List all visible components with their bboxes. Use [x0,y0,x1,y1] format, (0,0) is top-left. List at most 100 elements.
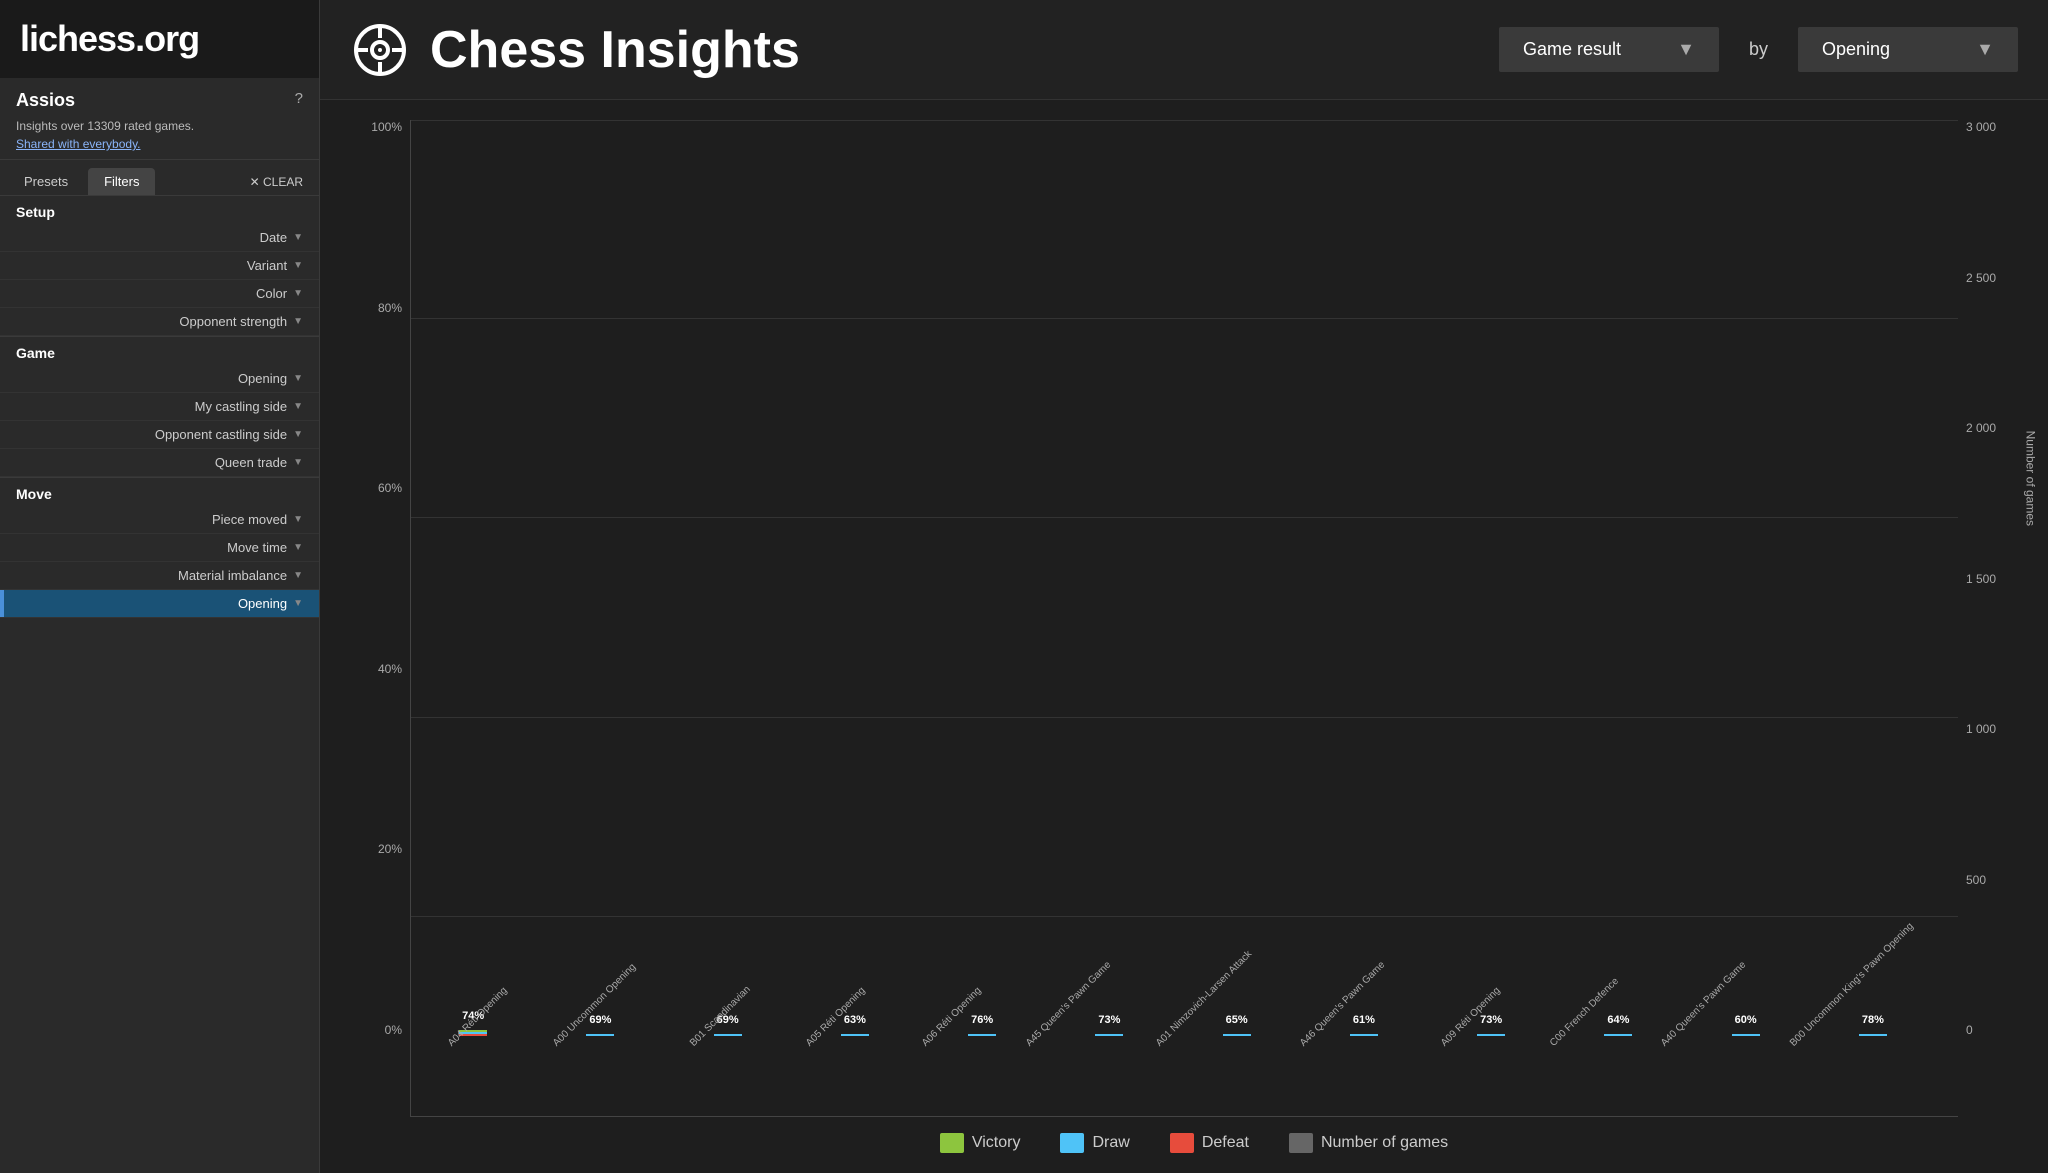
x-label-a46: A46 Queen's Pawn Game [1284,1036,1413,1116]
filter-date[interactable]: Date ▼ [0,224,319,252]
filter-variant[interactable]: Variant ▼ [0,252,319,280]
opp-strength-caret: ▼ [293,316,303,327]
tab-presets[interactable]: Presets [8,168,84,195]
x-label-a45: A45 Queen's Pawn Game [1010,1036,1139,1116]
filter-opening-move[interactable]: Opening ▼ [0,590,319,618]
y-left-60: 60% [378,481,402,495]
chart-container: 100% 80% 60% 40% 20% 0% [360,120,2028,1117]
y-right-1500: 1 500 [1966,572,1996,586]
victory-label-c00: 64% [1607,1014,1629,1026]
x-label-a04: A04 Réti Opening [421,1036,537,1116]
y-right-3000: 3 000 [1966,120,1996,134]
bar-group-a00: 69% [548,120,675,1036]
sidebar: lichess.org Assios ? Insights over 13309… [0,0,320,1173]
victory-label-a46: 61% [1353,1014,1375,1026]
game-section-header: Game [0,336,319,365]
queen-trade-caret: ▼ [293,457,303,468]
legend-count-label: Number of games [1321,1134,1448,1152]
y-left-100: 100% [371,120,402,134]
material-imbalance-caret: ▼ [293,570,303,581]
filter-queen-trade[interactable]: Queen trade ▼ [0,449,319,477]
x-label-c00: C00 French Defence [1529,1036,1645,1116]
filter-color[interactable]: Color ▼ [0,280,319,308]
y-axis-right: 3 000 2 500 2 000 1 500 1 000 500 0 Numb… [1958,120,2028,1117]
logo[interactable]: lichess.org [0,0,319,78]
victory-label-a01: 65% [1226,1014,1248,1026]
y-left-20: 20% [378,842,402,856]
chart-area: 100% 80% 60% 40% 20% 0% [320,100,2048,1173]
y-right-2000: 2 000 [1966,421,1996,435]
victory-label-a06: 76% [971,1014,993,1026]
chess-insights-icon [350,20,410,80]
y-left-0: 0% [385,1023,402,1037]
legend: Victory Draw Defeat Number of games [360,1117,2028,1163]
bar-group-c00: 64% [1566,120,1693,1036]
filter-opp-castling[interactable]: Opponent castling side ▼ [0,421,319,449]
legend-defeat-label: Defeat [1202,1134,1249,1152]
main-content: Chess Insights Game result ▼ by Opening … [320,0,2048,1173]
bar-group-a09: 73% [1439,120,1566,1036]
my-castling-caret: ▼ [293,401,303,412]
y-right-2500: 2 500 [1966,271,1996,285]
opening-dropdown-caret: ▼ [1976,39,1994,60]
bars-container: 74% 69% [411,120,1958,1036]
opening-dropdown[interactable]: Opening ▼ [1798,27,2018,72]
bar-group-a06: 76% [930,120,1057,1036]
filter-opponent-strength[interactable]: Opponent strength ▼ [0,308,319,336]
y-right-0: 0 [1966,1023,1973,1037]
legend-count: Number of games [1289,1133,1448,1153]
filter-material-imbalance[interactable]: Material imbalance ▼ [0,562,319,590]
x-label-a09: A09 Réti Opening [1413,1036,1529,1116]
user-section: Assios ? Insights over 13309 rated games… [0,78,319,160]
sidebar-info: Insights over 13309 rated games. Shared … [16,117,303,153]
bar-group-a40: 60% [1694,120,1821,1036]
piece-moved-caret: ▼ [293,514,303,525]
x-label-b00: B00 Uncommon King's Pawn Opening [1774,1036,1958,1116]
shared-link[interactable]: Shared with everybody. [16,135,303,153]
legend-victory-box [940,1133,964,1153]
x-label-a06: A06 Réti Opening [895,1036,1011,1116]
legend-count-box [1289,1133,1313,1153]
bar-group-b01: 69% [676,120,803,1036]
legend-victory-label: Victory [972,1134,1021,1152]
legend-defeat: Defeat [1170,1133,1249,1153]
x-label-a40: A40 Queen's Pawn Game [1645,1036,1774,1116]
opening-caret: ▼ [293,373,303,384]
victory-label-a45: 73% [1098,1014,1120,1026]
game-result-caret: ▼ [1677,39,1695,60]
bar-group-a46: 61% [1312,120,1439,1036]
victory-label-a00: 69% [589,1014,611,1026]
variant-caret: ▼ [293,260,303,271]
y-axis-left: 100% 80% 60% 40% 20% 0% [360,120,410,1117]
opp-castling-caret: ▼ [293,429,303,440]
x-label-b01: B01 Scandinavian [663,1036,779,1116]
game-result-dropdown[interactable]: Game result ▼ [1499,27,1719,72]
tab-filters[interactable]: Filters [88,168,155,195]
date-caret: ▼ [293,232,303,243]
filter-opening[interactable]: Opening ▼ [0,365,319,393]
victory-label-a09: 73% [1480,1014,1502,1026]
chart-inner: 74% 69% [410,120,1958,1117]
legend-draw-label: Draw [1092,1134,1129,1152]
help-button[interactable]: ? [295,90,303,107]
x-axis-labels: A04 Réti Opening A00 Uncommon Opening B0… [421,1036,1958,1116]
move-time-caret: ▼ [293,542,303,553]
header: Chess Insights Game result ▼ by Opening … [320,0,2048,100]
y-right-axis-label: Number of games [2023,430,2037,525]
y-right-500: 500 [1966,873,1986,887]
legend-draw: Draw [1060,1133,1129,1153]
insights-text: Insights over 13309 rated games. [16,117,303,135]
filter-my-castling[interactable]: My castling side ▼ [0,393,319,421]
bar-group-a01: 65% [1185,120,1312,1036]
x-label-a00: A00 Uncommon Opening [537,1036,663,1116]
legend-defeat-box [1170,1133,1194,1153]
page-title: Chess Insights [430,20,1479,80]
clear-button[interactable]: ✕ CLEAR [242,171,311,193]
move-section-header: Move [0,477,319,506]
setup-section-header: Setup [0,195,319,224]
filter-move-time[interactable]: Move time ▼ [0,534,319,562]
legend-draw-box [1060,1133,1084,1153]
by-label: by [1739,39,1778,60]
x-label-a05: A05 Réti Opening [779,1036,895,1116]
filter-piece-moved[interactable]: Piece moved ▼ [0,506,319,534]
